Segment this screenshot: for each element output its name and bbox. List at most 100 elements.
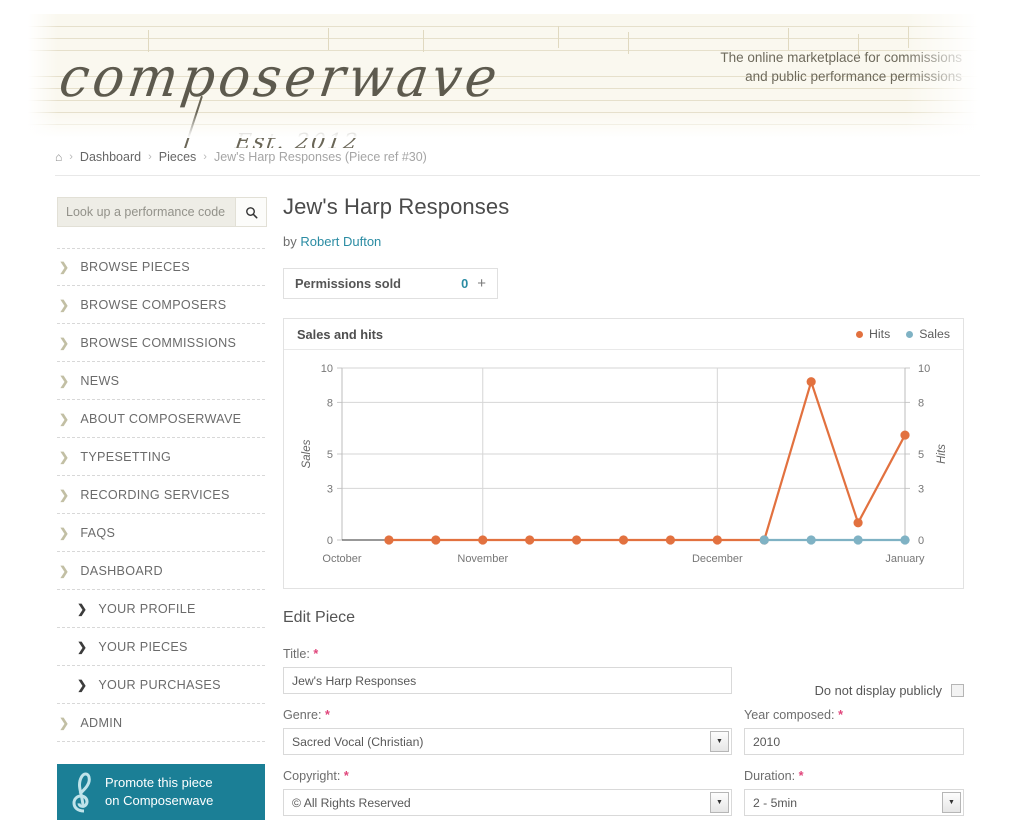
sidebar-item-recording-services[interactable]: ❯ RECORDING SERVICES — [57, 476, 265, 514]
genre-select[interactable]: Sacred Vocal (Christian) ▼ — [283, 728, 732, 755]
main-content: Jew's Harp Responses by Robert Dufton Pe… — [283, 194, 973, 830]
search-button[interactable] — [235, 198, 266, 226]
legend-label-sales: Sales — [919, 327, 950, 341]
promote-line-1: Promote this piece — [105, 775, 213, 790]
required-marker: * — [325, 708, 330, 722]
breadcrumb-separator: › — [69, 151, 73, 163]
sidebar-item-label: ABOUT COMPOSERWAVE — [80, 411, 242, 426]
header-fade-bottom — [28, 112, 978, 138]
chevron-down-icon[interactable]: ▼ — [710, 792, 729, 813]
permissions-sold-box: Permissions sold 0 + — [283, 268, 498, 299]
svg-text:0: 0 — [327, 535, 333, 547]
duration-select[interactable]: 2 - 5min ▼ — [744, 789, 964, 816]
copyright-select[interactable]: © All Rights Reserved ▼ — [283, 789, 732, 816]
chevron-right-icon: ❯ — [59, 260, 70, 274]
promote-line-2: on Composerwave — [105, 793, 214, 808]
chevron-right-icon: ❯ — [59, 373, 70, 388]
sidebar-item-label: ADMIN — [80, 715, 123, 730]
sidebar-item-about-composerwave[interactable]: ❯ ABOUT COMPOSERWAVE — [57, 400, 265, 438]
header-divider — [55, 175, 980, 176]
sidebar-item-label: YOUR PROFILE — [98, 601, 196, 616]
svg-text:October: October — [322, 553, 361, 565]
sidebar-item-dashboard[interactable]: ❯ DASHBOARD — [57, 552, 265, 590]
breadcrumb-item-current: Jew's Harp Responses (Piece ref #30) — [213, 150, 427, 164]
svg-text:8: 8 — [327, 397, 333, 409]
chart-legend: Hits Sales — [856, 327, 950, 341]
legend-item-hits[interactable]: Hits — [856, 327, 890, 341]
genre-label: Genre: * — [283, 708, 732, 722]
chevron-down-icon[interactable]: ▼ — [710, 731, 729, 752]
search-icon — [245, 206, 257, 218]
home-icon[interactable]: ⌂ — [55, 150, 62, 164]
chevron-right-icon: ❯ — [59, 449, 70, 464]
svg-text:10: 10 — [918, 363, 930, 375]
search-input[interactable] — [58, 205, 235, 219]
chevron-right-icon: ❯ — [77, 601, 88, 616]
promote-piece-banner[interactable]: Promote this piece on Composerwave — [57, 764, 265, 820]
sidebar-item-browse-composers[interactable]: ❯ BROWSE COMPOSERS — [57, 286, 265, 324]
plus-icon[interactable]: + — [477, 275, 486, 292]
year-input[interactable] — [744, 728, 964, 755]
title-label-text: Title: — [283, 647, 310, 661]
svg-text:0: 0 — [918, 535, 924, 547]
do-not-display-checkbox[interactable] — [951, 684, 964, 697]
page-title: Jew's Harp Responses — [283, 194, 510, 219]
year-label: Year composed: * — [744, 708, 964, 722]
chevron-right-icon: ❯ — [59, 563, 70, 578]
sidebar-item-label: BROWSE PIECES — [80, 260, 190, 274]
form-row-genre-year: Genre: * Sacred Vocal (Christian) ▼ Year… — [283, 708, 964, 755]
sidebar-item-label: NEWS — [80, 373, 120, 388]
chevron-right-icon: ❯ — [77, 639, 88, 654]
composer-link[interactable]: Robert Dufton — [300, 234, 381, 249]
sidebar-item-typesetting[interactable]: ❯ TYPESETTING — [57, 438, 265, 476]
sidebar-item-label: YOUR PIECES — [98, 639, 188, 654]
chevron-right-icon: ❯ — [59, 487, 70, 502]
svg-text:5: 5 — [327, 449, 333, 461]
svg-text:November: November — [457, 553, 508, 565]
required-marker: * — [798, 769, 804, 783]
sidebar-item-your-pieces[interactable]: ❯ YOUR PIECES — [57, 628, 265, 666]
sidebar-item-your-purchases[interactable]: ❯ YOUR PURCHASES — [57, 666, 265, 704]
genre-label-text: Genre: — [283, 708, 322, 722]
treble-clef-icon — [61, 771, 105, 813]
sidebar-item-label: BROWSE COMMISSIONS — [80, 335, 237, 350]
sidebar-item-browse-commissions[interactable]: ❯ BROWSE COMMISSIONS — [57, 324, 265, 362]
do-not-display-label: Do not display publicly — [814, 683, 942, 698]
copyright-selected-value: © All Rights Reserved — [292, 795, 411, 810]
svg-text:3: 3 — [918, 483, 924, 495]
svg-text:8: 8 — [918, 397, 924, 409]
breadcrumb-item-pieces[interactable]: Pieces — [159, 150, 197, 164]
sidebar-item-admin[interactable]: ❯ ADMIN — [57, 704, 265, 742]
sidebar-item-browse-pieces[interactable]: ❯ BROWSE PIECES — [57, 248, 265, 286]
sidebar-item-news[interactable]: ❯ NEWS — [57, 362, 265, 400]
chevron-down-icon[interactable]: ▼ — [942, 792, 961, 813]
svg-text:January: January — [885, 553, 925, 565]
required-marker: * — [838, 708, 843, 722]
sidebar-item-faqs[interactable]: ❯ FAQS — [57, 514, 265, 552]
performance-code-search[interactable] — [57, 197, 267, 227]
sidebar: ❯ BROWSE PIECES ❯ BROWSE COMPOSERS ❯ BRO… — [57, 197, 269, 820]
required-marker: * — [313, 647, 319, 661]
do-not-display-publicly-group[interactable]: Do not display publicly — [815, 683, 964, 698]
chevron-right-icon: ❯ — [59, 715, 70, 730]
sidebar-item-label: BROWSE COMPOSERS — [80, 297, 227, 312]
svg-text:3: 3 — [327, 483, 333, 495]
legend-dot-sales — [906, 330, 914, 338]
sidebar-item-label: YOUR PURCHASES — [98, 677, 221, 692]
copyright-label-text: Copyright: — [283, 769, 341, 783]
title-input[interactable] — [283, 667, 732, 694]
sidebar-item-label: DASHBOARD — [80, 563, 163, 578]
breadcrumb-item-dashboard[interactable]: Dashboard — [80, 150, 141, 164]
breadcrumb-separator: › — [148, 151, 152, 163]
legend-item-sales[interactable]: Sales — [906, 327, 950, 341]
sidebar-item-label: TYPESETTING — [80, 449, 172, 464]
legend-dot-hits — [856, 330, 864, 338]
breadcrumb: ⌂ › Dashboard › Pieces › Jew's Harp Resp… — [55, 150, 427, 164]
breadcrumb-separator: › — [203, 151, 207, 163]
edit-piece-form: Edit Piece Title: * Do not display publi… — [283, 609, 964, 816]
permissions-sold-count: 0 — [461, 276, 469, 291]
chevron-right-icon: ❯ — [77, 677, 88, 692]
sidebar-item-your-profile[interactable]: ❯ YOUR PROFILE — [57, 590, 265, 628]
byline-prefix: by — [283, 234, 297, 249]
genre-field-group: Genre: * Sacred Vocal (Christian) ▼ — [283, 708, 732, 755]
